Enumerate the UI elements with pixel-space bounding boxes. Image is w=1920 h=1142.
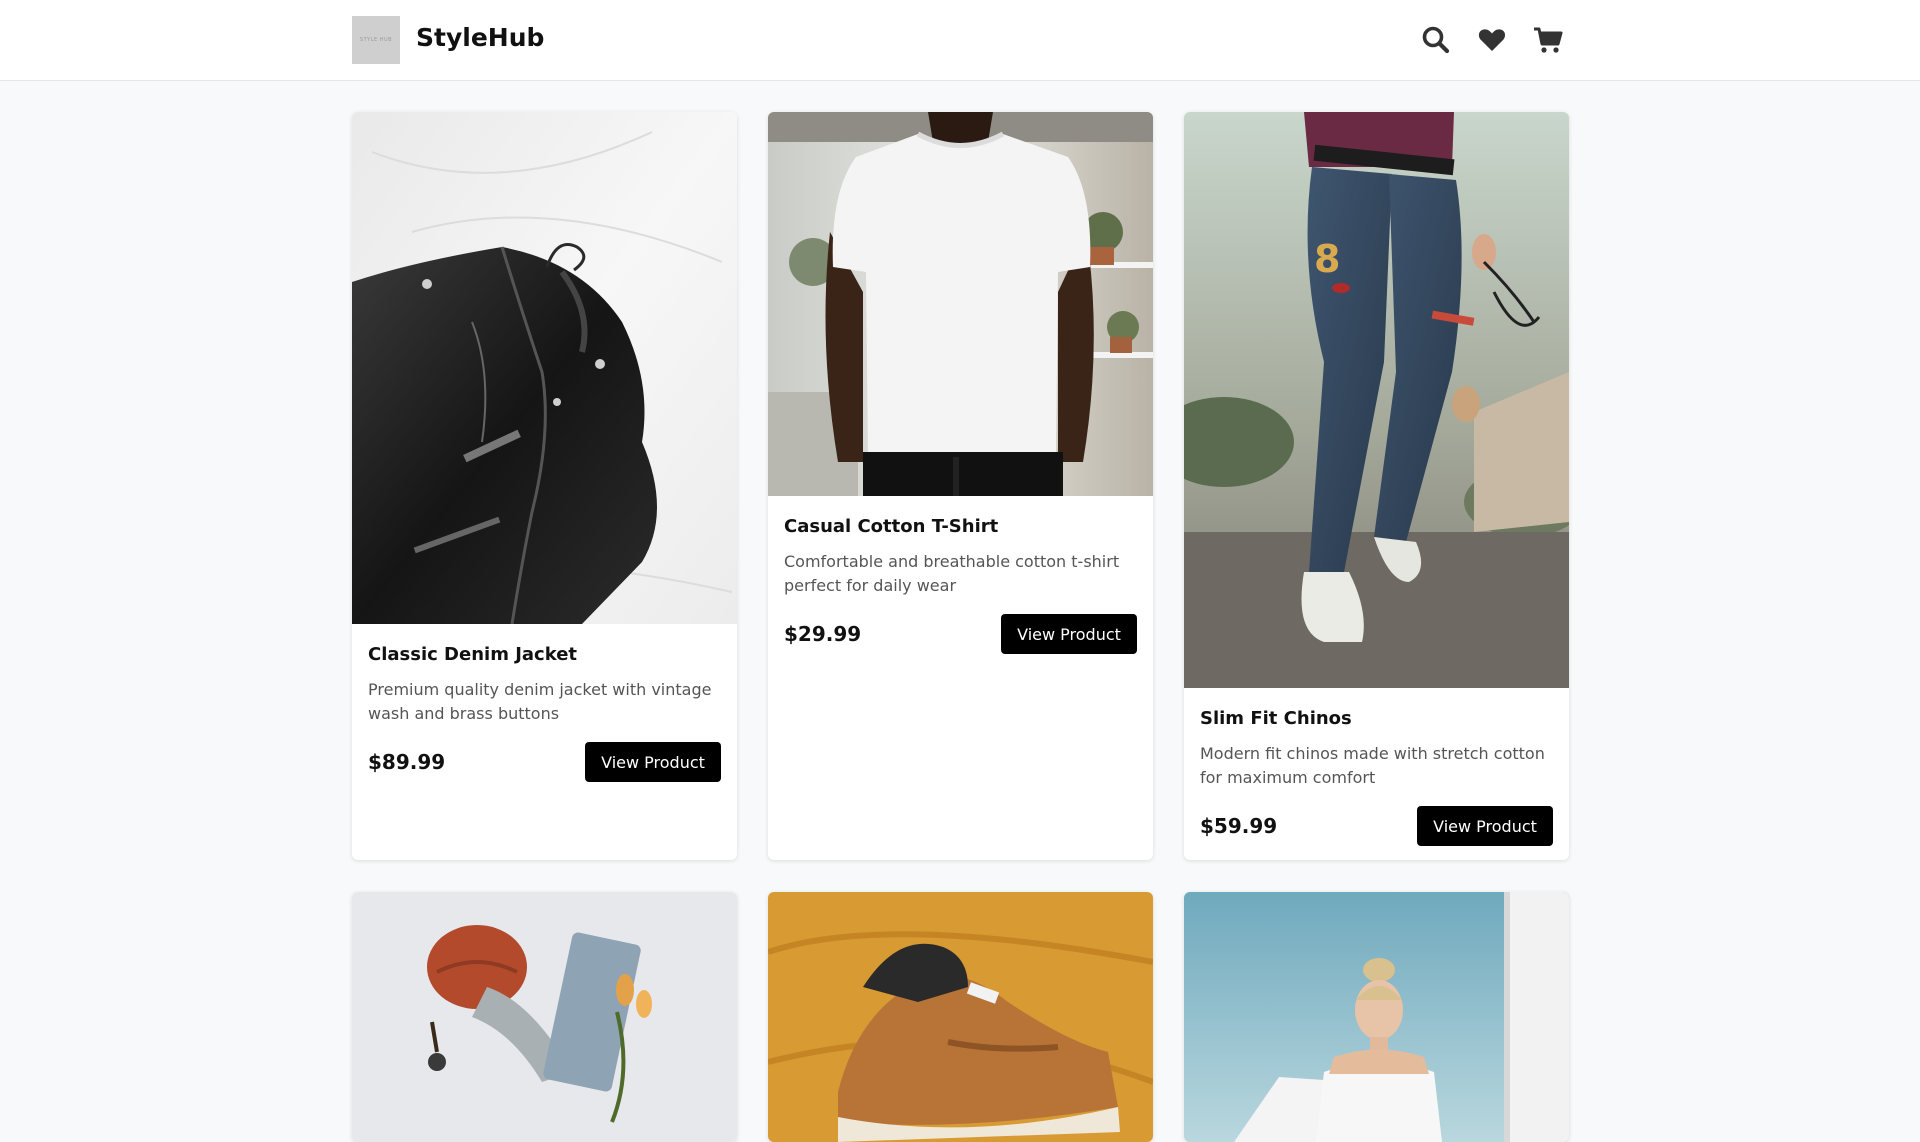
svg-text:8: 8 bbox=[1314, 237, 1340, 281]
product-image-chinos[interactable]: 8 bbox=[1184, 112, 1569, 688]
product-card[interactable] bbox=[1184, 892, 1569, 1142]
product-image-tshirt[interactable] bbox=[768, 112, 1153, 496]
logo-text: STYLE HUB bbox=[359, 37, 393, 43]
product-card[interactable]: 8 Slim Fit Chinos Modern fit chinos made… bbox=[1184, 112, 1569, 860]
product-price: $29.99 bbox=[784, 622, 862, 646]
product-price: $59.99 bbox=[1200, 814, 1278, 838]
product-image-offshoulder[interactable] bbox=[1184, 892, 1569, 1142]
product-card[interactable]: Casual Cotton T-Shirt Comfortable and br… bbox=[768, 112, 1153, 860]
view-product-button[interactable]: View Product bbox=[585, 742, 721, 782]
search-icon[interactable] bbox=[1420, 24, 1452, 56]
product-description: Modern fit chinos made with stretch cott… bbox=[1200, 744, 1545, 787]
site-header: STYLE HUB StyleHub bbox=[0, 0, 1920, 81]
product-card[interactable] bbox=[768, 892, 1153, 1142]
logo[interactable]: STYLE HUB bbox=[352, 16, 400, 64]
product-title[interactable]: Slim Fit Chinos bbox=[1200, 708, 1553, 730]
product-description: Premium quality denim jacket with vintag… bbox=[368, 680, 712, 723]
product-title[interactable]: Classic Denim Jacket bbox=[368, 644, 721, 666]
product-card[interactable]: Classic Denim Jacket Premium quality den… bbox=[352, 112, 737, 860]
product-description: Comfortable and breathable cotton t-shir… bbox=[784, 552, 1120, 595]
view-product-button[interactable]: View Product bbox=[1417, 806, 1553, 846]
product-image-flatlay[interactable] bbox=[352, 892, 737, 1142]
product-card[interactable] bbox=[352, 892, 737, 1142]
brand-name[interactable]: StyleHub bbox=[416, 23, 544, 52]
product-image-sneaker[interactable] bbox=[768, 892, 1153, 1142]
heart-icon[interactable] bbox=[1476, 24, 1508, 56]
product-price: $89.99 bbox=[368, 750, 446, 774]
product-image-jacket[interactable] bbox=[352, 112, 737, 624]
view-product-button[interactable]: View Product bbox=[1001, 614, 1137, 654]
product-title[interactable]: Casual Cotton T-Shirt bbox=[784, 516, 1137, 538]
cart-icon[interactable] bbox=[1532, 24, 1564, 56]
